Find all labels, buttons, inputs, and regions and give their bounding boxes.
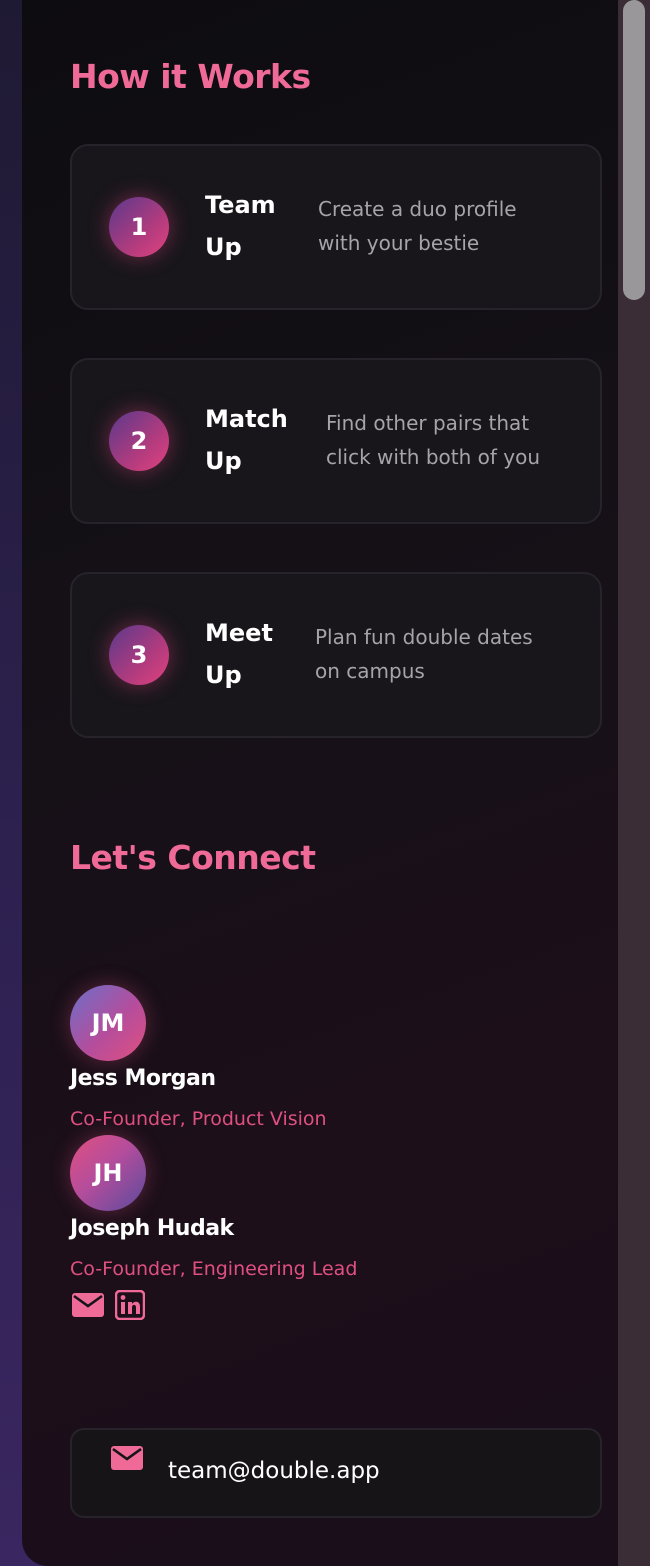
how-it-works-title: How it Works: [70, 57, 311, 96]
member-name: Joseph Hudak: [70, 1216, 234, 1241]
step-description: Plan fun double dates on campus: [315, 625, 533, 683]
step-title: Meet Up: [205, 619, 273, 689]
mail-icon[interactable]: [71, 1290, 105, 1320]
step-card-team-up: 1 Team Up Create a duo profile with your…: [70, 144, 602, 310]
step-description: Find other pairs that click with both of…: [326, 411, 541, 469]
step-card-match-up: 2 Match Up Find other pairs that click w…: [70, 358, 602, 524]
connect-title: Let's Connect: [70, 838, 316, 877]
linkedin-icon[interactable]: [115, 1290, 145, 1320]
member-role: Co-Founder, Engineering Lead: [70, 1258, 358, 1280]
step-title: Match Up: [205, 405, 288, 475]
mail-icon: [111, 1446, 143, 1470]
step-description: Create a duo profile with your bestie: [318, 197, 517, 255]
step-number-badge: 3: [109, 625, 169, 685]
step-number-badge: 1: [109, 197, 169, 257]
step-card-meet-up: 3 Meet Up Plan fun double dates on campu…: [70, 572, 602, 738]
contact-email-link[interactable]: team@double.app: [168, 1458, 380, 1484]
step-number-badge: 2: [109, 411, 169, 471]
member-name: Jess Morgan: [70, 1066, 216, 1091]
member-role: Co-Founder, Product Vision: [70, 1108, 327, 1130]
scrollbar-thumb[interactable]: [623, 0, 645, 300]
contact-email-box[interactable]: team@double.app: [70, 1428, 602, 1518]
step-title: Team Up: [205, 191, 276, 261]
avatar: JM: [70, 985, 146, 1061]
avatar: JH: [70, 1135, 146, 1211]
